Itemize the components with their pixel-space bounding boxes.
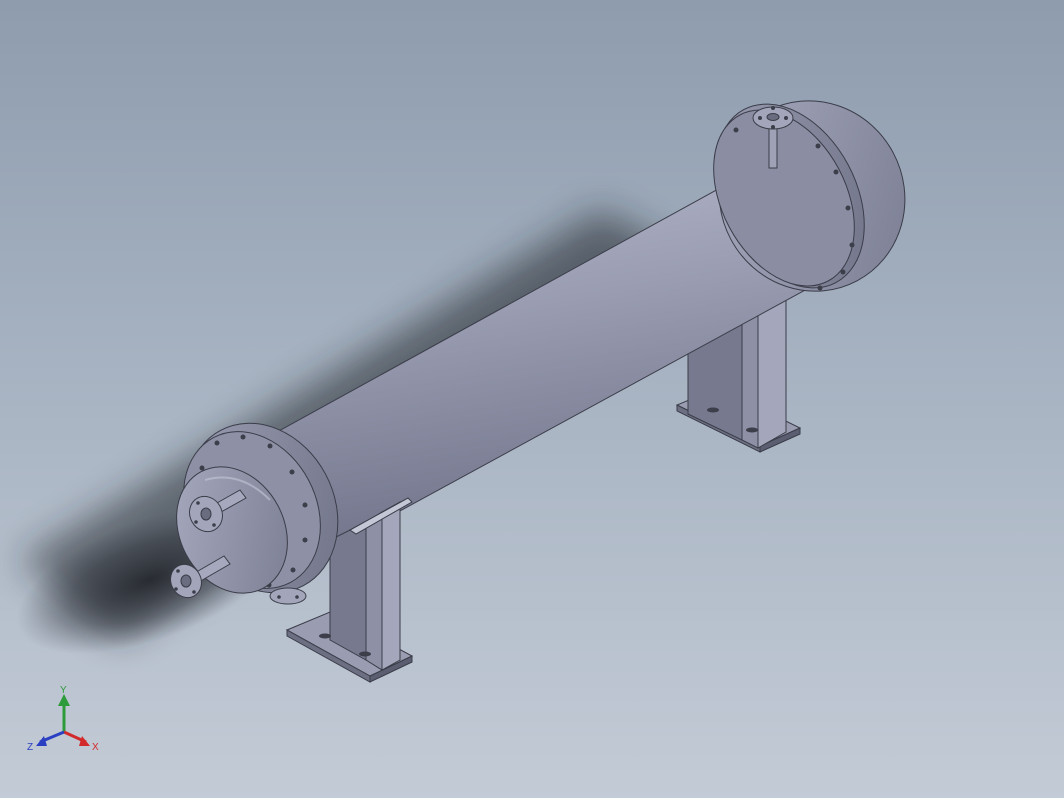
orientation-triad: Y X Z — [27, 685, 99, 753]
graphics-viewport[interactable]: Y X Z — [0, 0, 1064, 798]
x-axis-label: X — [92, 742, 99, 753]
z-axis-label: Z — [27, 742, 33, 753]
y-axis-label: Y — [60, 685, 67, 696]
bottom-nozzle[interactable] — [269, 587, 307, 605]
model-view[interactable] — [0, 0, 1064, 798]
